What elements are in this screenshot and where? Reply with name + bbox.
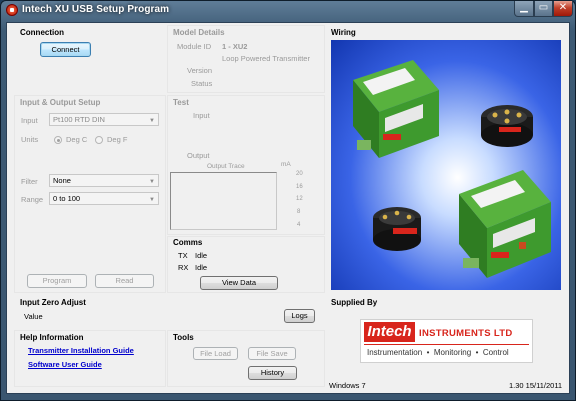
read-button[interactable]: Read xyxy=(95,274,154,288)
filter-label: Filter xyxy=(21,177,38,186)
help-header: Help Information xyxy=(20,333,84,342)
range-select[interactable]: 0 to 100 ▼ xyxy=(49,192,159,205)
logo-divider xyxy=(364,344,529,345)
view-data-button[interactable]: View Data xyxy=(200,276,278,290)
chevron-down-icon: ▼ xyxy=(149,179,155,185)
user-guide-link[interactable]: Software User Guide xyxy=(28,360,102,369)
units-label: Units xyxy=(21,135,39,144)
ma-tick-20: 20 xyxy=(296,171,303,177)
rx-value: Idle xyxy=(195,263,208,272)
unit-c-label: Deg C xyxy=(66,135,88,144)
connect-button[interactable]: Connect xyxy=(40,42,91,57)
close-button[interactable]: ✕ xyxy=(553,1,573,17)
chevron-down-icon: ▼ xyxy=(149,197,155,203)
file-save-button[interactable]: File Save xyxy=(248,347,296,360)
tx-value: Idle xyxy=(195,251,208,260)
ma-unit-label: mA xyxy=(281,161,291,168)
app-logo-icon xyxy=(6,4,18,16)
ma-tick-4: 4 xyxy=(297,222,301,228)
minimize-button[interactable]: ▁ xyxy=(514,1,534,17)
logo-tagline: Instrumentation • Monitoring • Control xyxy=(367,348,509,357)
installation-guide-link[interactable]: Transmitter Installation Guide xyxy=(28,346,134,355)
ma-tick-16: 16 xyxy=(296,184,303,190)
comms-header: Comms xyxy=(173,238,203,247)
title-bar[interactable]: Intech XU USB Setup Program ▁ ▭ ✕ xyxy=(0,0,576,22)
io-setup-header: Input & Output Setup xyxy=(20,98,101,107)
zero-value-label: Value xyxy=(24,312,43,321)
chevron-down-icon: ▼ xyxy=(149,118,155,124)
test-input-label: Input xyxy=(193,111,210,120)
window-title: Intech XU USB Setup Program xyxy=(22,4,170,15)
os-status: Windows 7 xyxy=(329,381,366,390)
test-output-label: Output xyxy=(187,151,210,160)
tools-header: Tools xyxy=(173,333,194,342)
supplier-logo: Intech INSTRUMENTS LTD Instrumentation •… xyxy=(360,319,533,363)
version-status: 1.30 15/11/2011 xyxy=(509,381,563,390)
file-load-button[interactable]: File Load xyxy=(193,347,238,360)
rx-label: RX xyxy=(178,263,189,272)
history-button[interactable]: History xyxy=(248,366,297,380)
module-id-label: Module ID xyxy=(177,42,212,51)
range-label: Range xyxy=(21,195,44,204)
input-select-value: Pt100 RTD DIN xyxy=(53,115,105,124)
wiring-image xyxy=(331,40,561,290)
ma-tick-12: 12 xyxy=(296,196,303,202)
unit-f-label: Deg F xyxy=(107,135,128,144)
zero-adjust-header: Input Zero Adjust xyxy=(20,298,86,307)
filter-select[interactable]: None ▼ xyxy=(49,174,159,187)
input-label: Input xyxy=(21,116,38,125)
filter-select-value: None xyxy=(53,176,71,185)
unit-c-radio[interactable] xyxy=(54,136,62,144)
model-details-header: Model Details xyxy=(173,28,225,37)
version-label: Version xyxy=(187,66,213,75)
tx-label: TX xyxy=(178,251,188,260)
connection-header: Connection xyxy=(20,28,64,37)
ma-tick-8: 8 xyxy=(297,209,301,215)
logo-brand: Intech xyxy=(364,322,415,342)
maximize-button[interactable]: ▭ xyxy=(534,1,553,17)
program-button[interactable]: Program xyxy=(27,274,87,288)
range-select-value: 0 to 100 xyxy=(53,194,81,203)
output-trace-title: Output Trace xyxy=(207,163,245,170)
client-area: Connection Connect Model Details Module … xyxy=(6,22,570,394)
unit-f-radio[interactable] xyxy=(95,136,103,144)
output-trace-plot xyxy=(170,172,277,230)
input-select[interactable]: Pt100 RTD DIN ▼ xyxy=(49,113,159,126)
status-label: Status xyxy=(191,79,213,88)
module-id-value: 1 - XU2 xyxy=(222,42,248,51)
logo-subtitle: INSTRUMENTS LTD xyxy=(419,328,513,339)
wiring-header: Wiring xyxy=(331,28,356,37)
products-illustration xyxy=(353,60,551,278)
supplied-by-header: Supplied By xyxy=(331,298,378,307)
logs-button[interactable]: Logs xyxy=(284,309,315,323)
module-description: Loop Powered Transmitter xyxy=(222,54,310,63)
test-header: Test xyxy=(173,98,189,107)
